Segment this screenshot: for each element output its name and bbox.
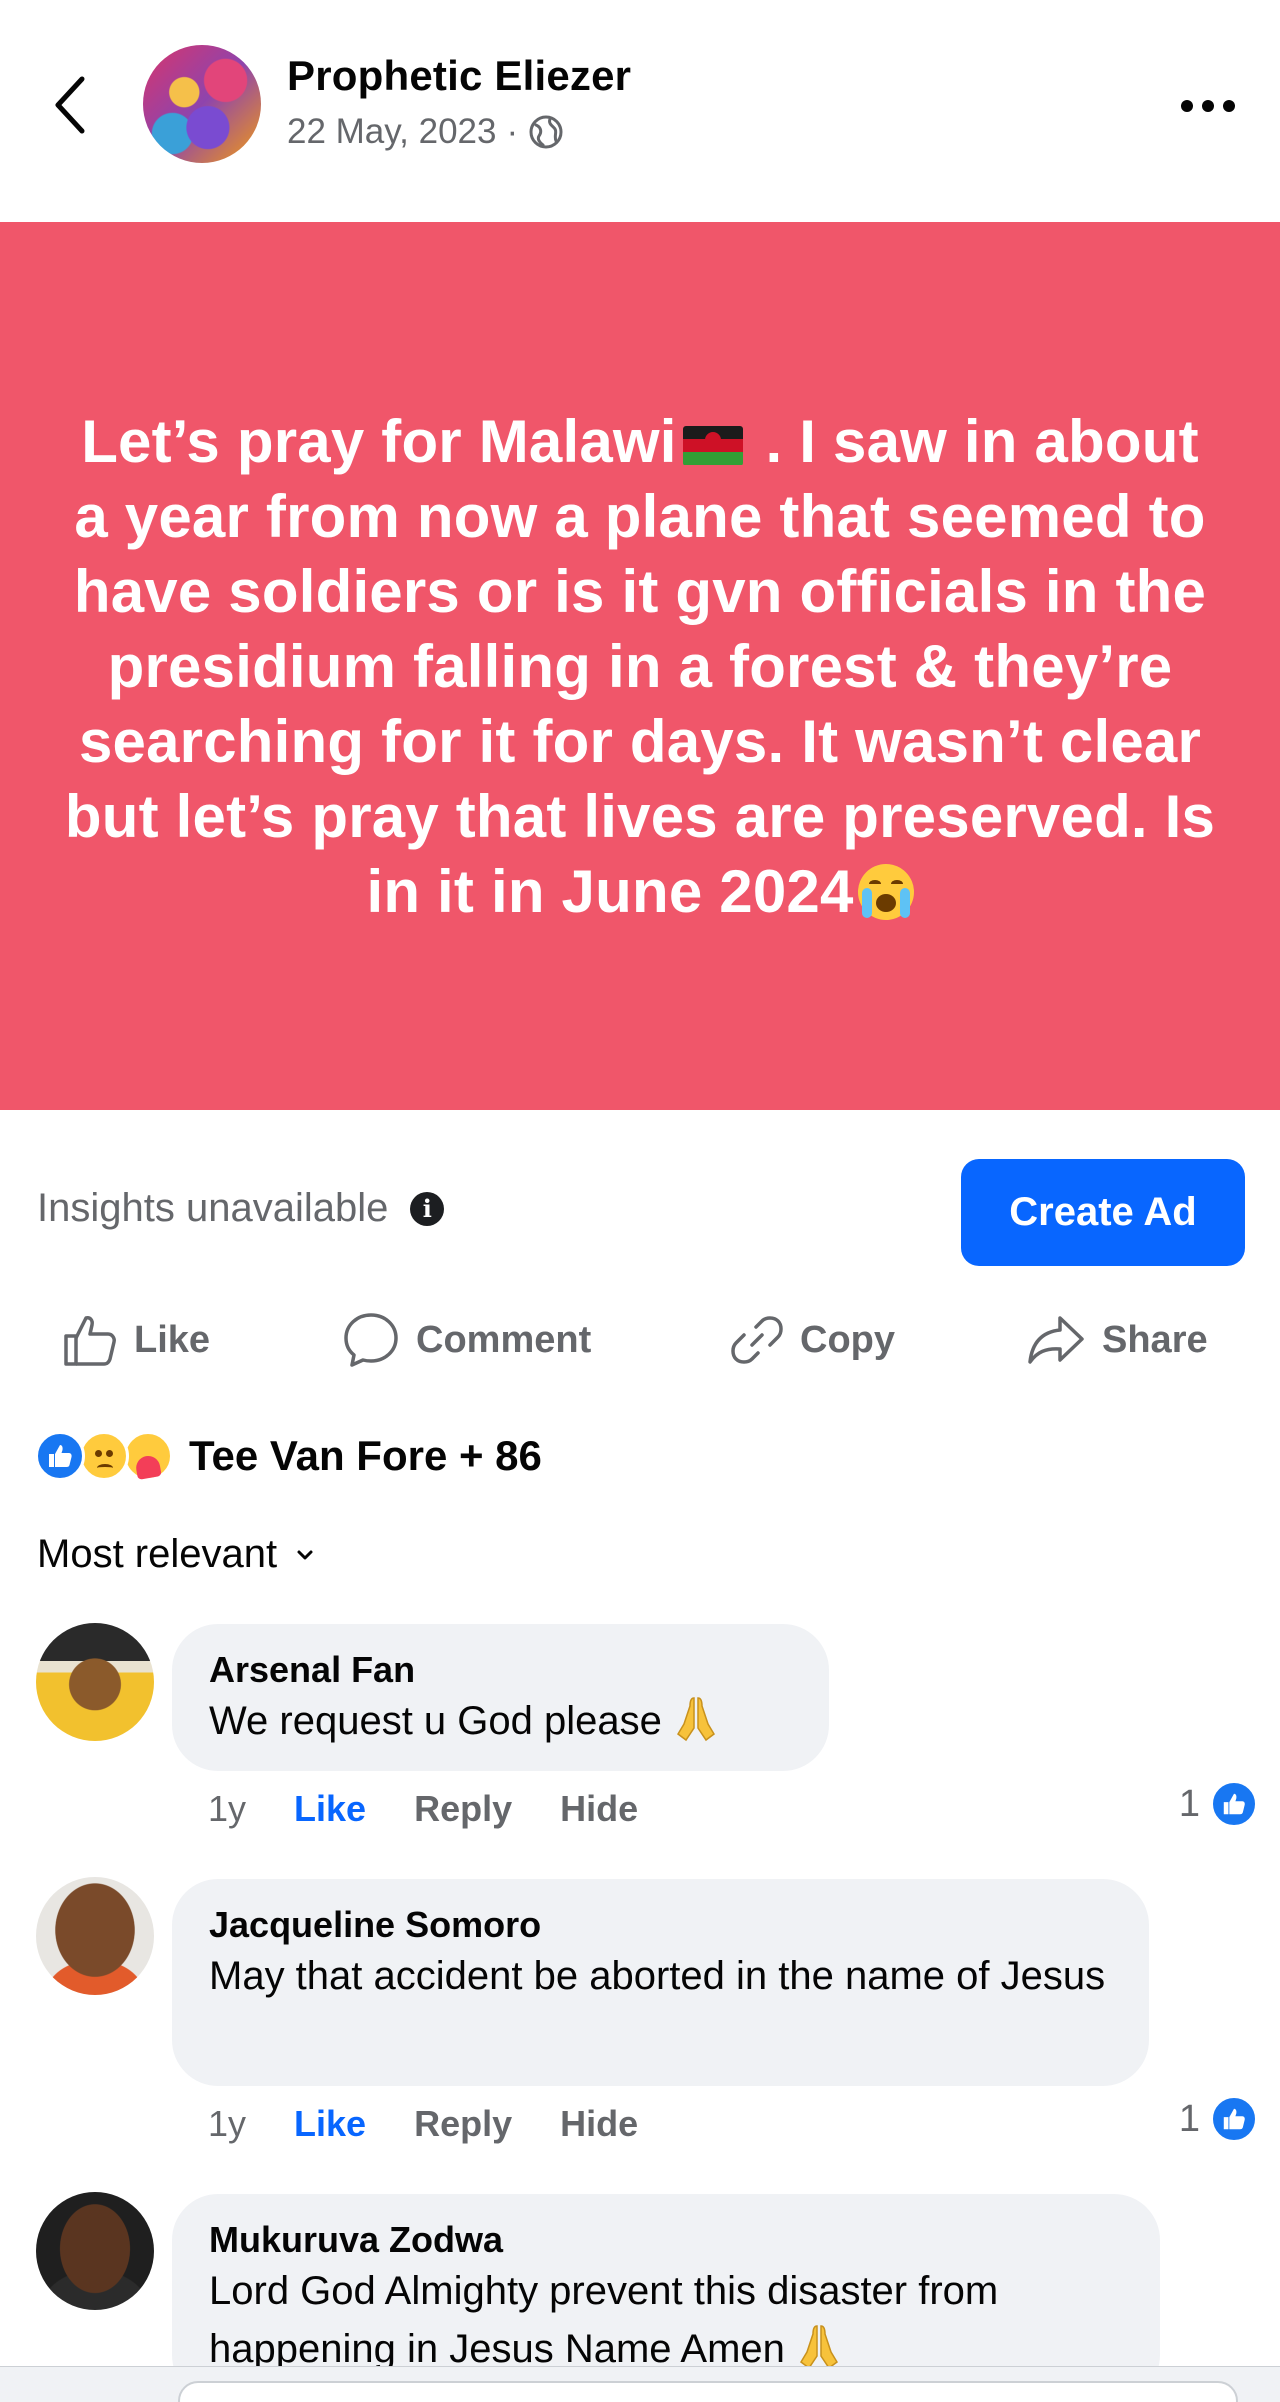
malawi-flag-icon (682, 425, 743, 466)
share-button[interactable]: Share (1026, 1300, 1208, 1380)
comment-hide-button[interactable]: Hide (560, 2103, 638, 2145)
post-text: Let’s pray for Malawi . I saw in about a… (60, 404, 1220, 929)
chevron-left-icon (55, 76, 85, 134)
comment-like-button[interactable]: Like (294, 2103, 366, 2145)
comment-icon (344, 1313, 398, 1367)
copy-label: Copy (800, 1318, 895, 1361)
comment-like-button[interactable]: Like (294, 1788, 366, 1830)
chevron-down-icon (297, 1550, 313, 1559)
comment-like-count[interactable]: 1 (1179, 1780, 1258, 1828)
comment-text: May that accident be aborted in the name… (209, 1954, 1106, 1998)
comment-reply-button[interactable]: Reply (414, 1788, 512, 1830)
post-header: Prophetic Eliezer 22 May, 2023 · (0, 0, 1280, 222)
sort-label: Most relevant (37, 1532, 278, 1576)
create-ad-button[interactable]: Create Ad (961, 1159, 1245, 1266)
more-horizontal-icon (1181, 100, 1193, 112)
reactions-summary[interactable]: Tee Van Fore + 86 (35, 1428, 542, 1484)
folded-hands-icon (799, 2325, 838, 2366)
insights-row: Insights unavailable i (37, 1186, 445, 1231)
loudly-crying-face-icon (857, 863, 914, 920)
comment-reply-button[interactable]: Reply (414, 2103, 512, 2145)
comment-bubble: Jacqueline Somoro May that accident be a… (172, 1879, 1149, 2086)
like-reaction-icon (35, 1431, 85, 1481)
comment-bubble: Arsenal Fan We request u God please (172, 1624, 829, 1771)
comment-like-count[interactable]: 1 (1179, 2095, 1258, 2143)
globe-icon (529, 115, 563, 149)
post-text-part1: Let’s pray for Malawi (81, 407, 677, 475)
more-options-button[interactable] (1168, 86, 1248, 126)
action-bar: Like Comment Copy Share (0, 1300, 1280, 1380)
post-meta: 22 May, 2023 · (287, 112, 564, 152)
comment-time[interactable]: 1y (208, 1788, 246, 1830)
meta-separator: · (506, 112, 519, 151)
like-button[interactable]: Like (62, 1300, 210, 1380)
care-reaction-icon (123, 1431, 173, 1481)
copy-link-button[interactable]: Copy (730, 1300, 895, 1380)
post-text-part2: . I saw in about a year from now a plane… (64, 407, 1216, 925)
commenter-name[interactable]: Jacqueline Somoro (209, 1903, 1113, 1947)
comment-sort-dropdown[interactable]: Most relevant (37, 1532, 315, 1577)
commenter-name[interactable]: Mukuruva Zodwa (209, 2218, 1124, 2262)
commenter-avatar[interactable] (36, 1877, 154, 1995)
info-icon[interactable]: i (410, 1191, 445, 1226)
commenter-avatar[interactable] (36, 1623, 154, 1741)
comment-bubble: Mukuruva Zodwa Lord God Almighty prevent… (172, 2194, 1160, 2366)
post-content: Let’s pray for Malawi . I saw in about a… (0, 222, 1280, 1110)
link-icon (731, 1316, 783, 1364)
insights-label: Insights unavailable (37, 1186, 389, 1230)
like-reaction-icon (1210, 2095, 1258, 2143)
comment-text: Lord God Almighty prevent this disaster … (209, 2262, 1124, 2366)
comment-input[interactable] (178, 2381, 1238, 2402)
sad-reaction-icon (79, 1431, 129, 1481)
comment-text: We request u God please (209, 1692, 793, 1750)
comment-meta: 1y Like Reply Hide (208, 1788, 638, 1830)
commenter-avatar[interactable] (36, 2192, 154, 2310)
like-label: Like (134, 1318, 211, 1361)
comment-composer-bar (0, 2366, 1280, 2402)
author-name[interactable]: Prophetic Eliezer (287, 52, 631, 100)
like-reaction-icon (1210, 1780, 1258, 1828)
comment-item: Mukuruva Zodwa Lord God Almighty prevent… (0, 2190, 1280, 2366)
post-date[interactable]: 22 May, 2023 (287, 112, 497, 152)
comment-button[interactable]: Comment (342, 1300, 591, 1380)
author-avatar[interactable] (143, 45, 261, 163)
comment-label: Comment (416, 1318, 592, 1361)
comment-time[interactable]: 1y (208, 2103, 246, 2145)
folded-hands-icon (676, 1697, 715, 1742)
thumbs-up-icon (64, 1316, 116, 1366)
share-label: Share (1102, 1318, 1208, 1361)
back-button[interactable] (40, 70, 100, 140)
comment-hide-button[interactable]: Hide (560, 1788, 638, 1830)
share-icon (1028, 1316, 1084, 1364)
reactors-text: Tee Van Fore + 86 (189, 1432, 542, 1479)
commenter-name[interactable]: Arsenal Fan (209, 1648, 793, 1692)
comment-meta: 1y Like Reply Hide (208, 2103, 638, 2145)
